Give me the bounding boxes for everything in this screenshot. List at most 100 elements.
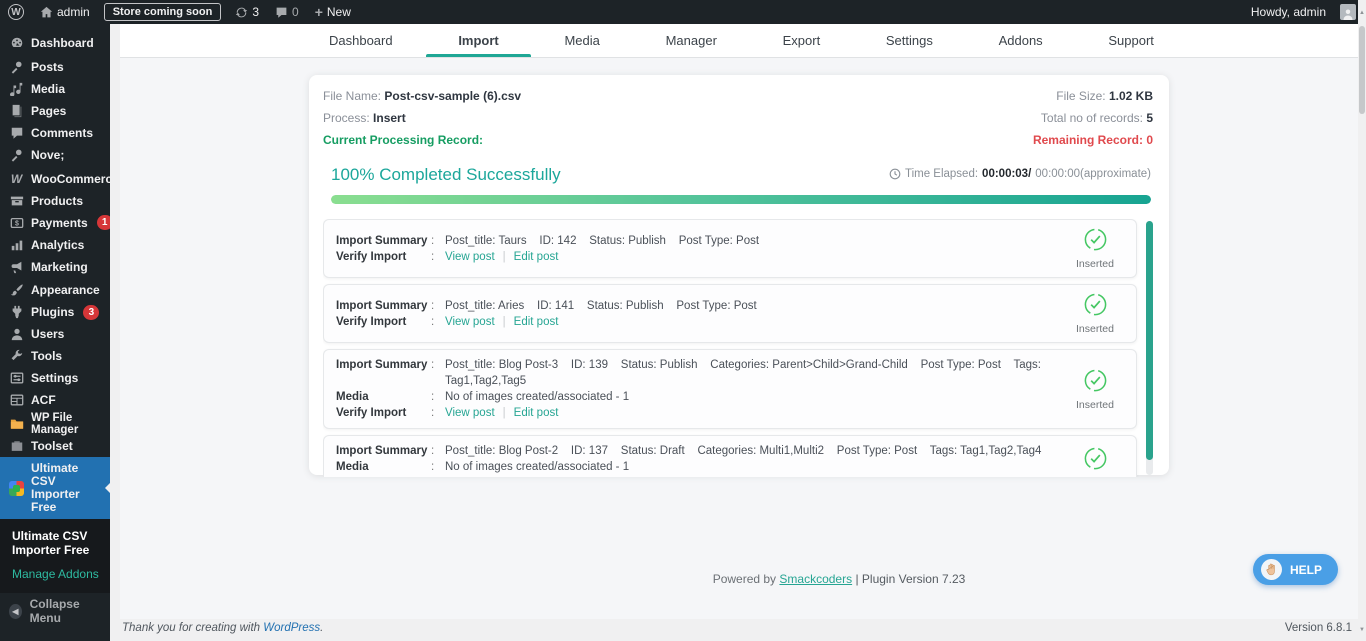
sidebar-item-nove[interactable]: Nove; xyxy=(0,144,110,166)
row-status: Inserted xyxy=(1066,292,1124,335)
sidebar-item-toolset[interactable]: Toolset xyxy=(0,435,110,457)
edit-post-link[interactable]: Edit post xyxy=(514,316,559,328)
site-name-link[interactable]: admin xyxy=(32,0,98,24)
sidebar-item-plugins[interactable]: Plugins 3 xyxy=(0,301,110,323)
scrollbar-thumb[interactable] xyxy=(1146,221,1153,460)
help-button[interactable]: HELP xyxy=(1253,554,1338,585)
file-size-value: 1.02 KB xyxy=(1109,89,1153,103)
verify-label: Verify Import xyxy=(336,314,431,330)
tab-import[interactable]: Import xyxy=(454,24,502,57)
remaining-value: 0 xyxy=(1146,133,1153,147)
sidebar-item-analytics[interactable]: Analytics xyxy=(0,234,110,256)
wordpress-menu[interactable]: W xyxy=(0,0,32,24)
sidebar-item-users[interactable]: Users xyxy=(0,323,110,345)
tab-addons[interactable]: Addons xyxy=(995,24,1047,57)
summary-text: Post_title: Aries ID: 141 Status: Publis… xyxy=(445,298,1066,314)
new-label: New xyxy=(327,5,351,19)
user-avatar[interactable] xyxy=(1340,4,1356,20)
sidebar-item-tools[interactable]: Tools xyxy=(0,345,110,367)
wp-admin-footer: Thank you for creating with WordPress. V… xyxy=(110,619,1366,641)
csv-importer-icon xyxy=(9,481,24,496)
summary-label: Import Summary xyxy=(336,443,431,459)
tab-support[interactable]: Support xyxy=(1104,24,1158,57)
media-text: No of images created/associated - 1 xyxy=(445,389,1066,405)
site-name-label: admin xyxy=(57,5,90,19)
avatar-person-icon xyxy=(1342,8,1354,20)
tab-settings[interactable]: Settings xyxy=(882,24,937,57)
tab-manager[interactable]: Manager xyxy=(662,24,721,57)
clock-icon xyxy=(889,168,901,180)
sidebar-item-settings[interactable]: Settings xyxy=(0,367,110,389)
pages-icon xyxy=(9,103,24,118)
sidebar-item-acf[interactable]: ACF xyxy=(0,389,110,411)
sidebar-item-wp-file-manager[interactable]: WP File Manager xyxy=(0,413,110,435)
sidebar-item-woocommerce[interactable]: W WooCommerce xyxy=(0,168,110,190)
wordpress-link[interactable]: WordPress xyxy=(263,622,320,634)
import-summary-row: Import Summary : Post_title: Aries ID: 1… xyxy=(323,284,1137,343)
view-post-link[interactable]: View post xyxy=(445,316,495,328)
collapse-menu-button[interactable]: ◀ Collapse Menu xyxy=(0,593,110,629)
comment-icon xyxy=(9,125,24,140)
howdy-label: Howdy, admin xyxy=(1251,5,1326,19)
edit-post-link[interactable]: Edit post xyxy=(514,407,559,419)
plugin-icon xyxy=(9,305,24,320)
toolset-briefcase-icon xyxy=(9,439,24,454)
collapse-menu-label: Collapse Menu xyxy=(30,597,101,625)
progress-fill xyxy=(331,195,1151,204)
sidebar-item-appearance[interactable]: Appearance xyxy=(0,279,110,301)
sidebar-item-comments[interactable]: Comments xyxy=(0,122,110,144)
browser-scrollbar-thumb[interactable] xyxy=(1359,26,1365,114)
plugins-count-badge: 3 xyxy=(83,305,99,320)
view-post-link[interactable]: View post xyxy=(445,407,495,419)
main-content-area: Dashboard Import Media Manager Export Se… xyxy=(110,24,1366,641)
tab-media[interactable]: Media xyxy=(560,24,603,57)
summary-text: Post_title: Blog Post-3 ID: 139 Status: … xyxy=(445,357,1066,389)
sidebar-item-media[interactable]: Media xyxy=(0,78,110,100)
wordpress-admin-screen: W admin Store coming soon 3 0 + New How xyxy=(0,0,1366,641)
help-label: HELP xyxy=(1290,563,1322,577)
view-post-link[interactable]: View post xyxy=(445,251,495,263)
tab-dashboard[interactable]: Dashboard xyxy=(325,24,397,57)
summary-list-scrollbar[interactable] xyxy=(1146,221,1153,475)
edit-post-link[interactable]: Edit post xyxy=(514,251,559,263)
dashboard-icon xyxy=(9,36,24,51)
import-summary-list: Import Summary : Post_title: Taurs ID: 1… xyxy=(323,219,1153,477)
pushpin-icon xyxy=(9,147,24,162)
wp-version-label: Version 6.8.1 xyxy=(1285,622,1352,634)
total-records-line: Total no of records: 5 xyxy=(1033,111,1153,125)
browser-scrollbar[interactable]: ▲ ▼ xyxy=(1358,0,1366,641)
admin-sidebar: Dashboard Posts Media Pages Comments N xyxy=(0,24,110,641)
products-box-icon xyxy=(9,193,24,208)
summary-label: Import Summary xyxy=(336,298,431,314)
comments-link[interactable]: 0 xyxy=(267,0,307,24)
sidebar-item-payments[interactable]: $ Payments 1 xyxy=(0,212,110,234)
tab-export[interactable]: Export xyxy=(779,24,825,57)
updates-link[interactable]: 3 xyxy=(227,0,267,24)
total-records-value: 5 xyxy=(1146,111,1153,125)
progress-message: 100% Completed Successfully xyxy=(331,165,561,185)
updates-icon xyxy=(235,6,248,19)
sidebar-item-dashboard[interactable]: Dashboard xyxy=(0,32,110,54)
plus-icon: + xyxy=(315,5,323,19)
sidebar-item-ultimate-csv-importer[interactable]: Ultimate CSV Importer Free xyxy=(0,457,110,519)
progress-bar xyxy=(331,195,1151,204)
sidebar-item-products[interactable]: Products xyxy=(0,190,110,212)
pushpin-icon xyxy=(9,59,24,74)
submenu-item-manage-addons[interactable]: Manage Addons xyxy=(0,560,110,584)
current-record-line: Current Processing Record: xyxy=(323,133,521,147)
home-icon xyxy=(40,6,53,19)
sidebar-item-posts[interactable]: Posts xyxy=(0,56,110,78)
new-content-button[interactable]: + New xyxy=(307,0,359,24)
scroll-up-arrow[interactable]: ▲ xyxy=(1358,10,1366,16)
time-elapsed-value: 00:00:03/ xyxy=(982,168,1031,180)
submenu-item-ultimate-csv-importer[interactable]: Ultimate CSV Importer Free xyxy=(0,526,110,560)
status-label: Inserted xyxy=(1066,399,1124,411)
sidebar-item-pages[interactable]: Pages xyxy=(0,100,110,122)
smackcoders-link[interactable]: Smackcoders xyxy=(779,572,852,586)
payments-icon: $ xyxy=(9,215,24,230)
sidebar-item-marketing[interactable]: Marketing xyxy=(0,256,110,278)
wordpress-logo-icon: W xyxy=(8,4,24,20)
svg-text:$: $ xyxy=(15,220,19,227)
howdy-account-menu[interactable]: Howdy, admin xyxy=(1243,0,1334,24)
scroll-down-arrow[interactable]: ▼ xyxy=(1358,627,1366,633)
